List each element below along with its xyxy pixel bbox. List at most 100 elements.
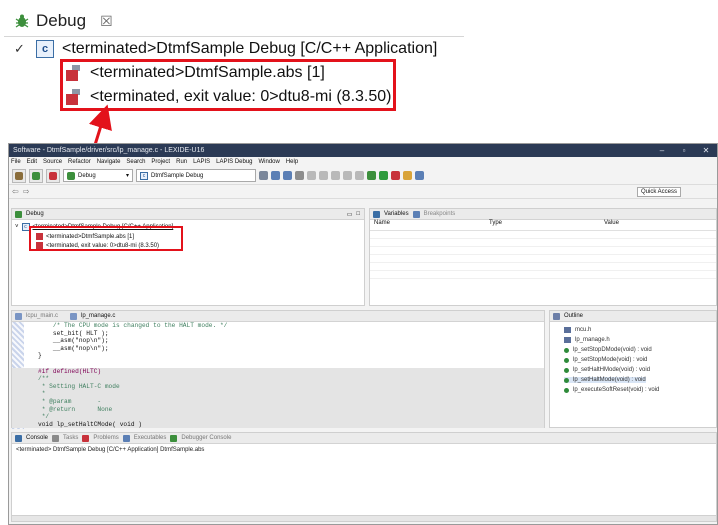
column-value[interactable]: Value [600,220,710,230]
tab-problems[interactable]: Problems [93,435,118,441]
debug-view-tab[interactable]: Debug [26,211,44,217]
menu-project[interactable]: Project [151,159,170,165]
launch-label: <terminated>DtmfSample Debug [C/C++ Appl… [62,40,438,57]
tab-lp-manage[interactable]: lp_manage.c [81,313,115,319]
debug-tab[interactable]: Debug ☒ [14,8,113,34]
outline-item-label: lp_setStopMode(void) : void [573,357,648,363]
column-name[interactable]: Name [370,220,485,230]
code-line: * Setting HALT-C mode [12,382,544,391]
launch-tree-item[interactable]: ✓ c <terminated>DtmfSample Debug [C/C++ … [14,40,437,58]
suspend-icon[interactable] [319,171,328,180]
print-icon[interactable] [295,171,304,180]
menu-lapis-debug[interactable]: LAPIS Debug [216,159,252,165]
build-button[interactable] [12,168,26,183]
new-icon[interactable] [271,171,280,180]
launch-mode-select[interactable]: Debug ▾ [63,169,133,182]
outline-item[interactable]: lp_setHaltHMode(void) : void [564,367,650,373]
ide-window: Software - DtmfSample/driver/src/lp_mana… [8,143,718,525]
chevron-down-icon[interactable]: ✓ [14,41,28,57]
menu-search[interactable]: Search [126,159,145,165]
main-toolbar: Debug ▾ c DtmfSample Debug [9,167,717,185]
outline-item-label: lp_setStopDMode(void) : void [573,347,652,353]
window-title: Software - DtmfSample/driver/src/lp_mana… [13,147,205,154]
outline-item[interactable]: lp_executeSoftReset(void) : void [564,387,659,393]
code-line: * @param - [12,397,544,406]
resume-icon[interactable] [307,171,316,180]
outline-item-label: lp_executeSoftReset(void) : void [573,387,660,393]
launch-mode-value: Debug [78,172,96,179]
settings-icon[interactable] [259,171,268,180]
menu-lapis[interactable]: LAPIS [193,159,210,165]
outline-item-label: mcu.h [575,327,592,333]
code-line: /** [12,375,544,383]
status-bar [12,515,716,521]
outline-item[interactable]: lp_setHaltMode(void) : void [564,377,646,383]
external-tools-icon[interactable] [391,171,400,180]
menu-run[interactable]: Run [176,159,187,165]
quick-access-input[interactable]: Quick Access [636,186,681,197]
window-titlebar: Software - DtmfSample/driver/src/lp_mana… [9,144,717,157]
outline-item[interactable]: lp_setStopMode(void) : void [564,357,647,363]
chevron-down-icon[interactable]: ˅ [15,224,19,230]
menu-refactor[interactable]: Refactor [68,159,91,165]
outline-item[interactable]: mcu.h [564,327,591,333]
code-line: /* The CPU mode is changed to the HALT m… [38,322,228,329]
code-line: __asm("nop\n"); [38,344,109,352]
tab-lcpu-main[interactable]: lcpu_main.c [26,313,58,319]
close-icon[interactable]: ☒ [100,13,113,30]
tab-breakpoints[interactable]: Breakpoints [424,211,456,217]
launch-config-select[interactable]: c DtmfSample Debug [136,169,256,182]
open-type-icon[interactable] [415,171,424,180]
debug-view-zoom-callout: Debug ☒ ✓ c <terminated>DtmfSample Debug… [0,0,470,118]
tab-variables[interactable]: Variables [384,211,409,217]
minimize-button[interactable]: – [651,146,673,155]
variables-icon [373,210,380,218]
menu-window[interactable]: Window [259,159,280,165]
hammer-icon [15,171,23,180]
c-application-icon: c [36,40,54,58]
menu-navigate[interactable]: Navigate [97,159,121,165]
menu-edit[interactable]: Edit [27,159,37,165]
console-view: Console Tasks Problems Executables Debug… [11,432,717,522]
console-view-header: Console Tasks Problems Executables Debug… [12,433,716,444]
outline-item[interactable]: lp_manage.h [564,337,610,343]
variables-view-header: Variables Breakpoints [370,209,716,220]
close-window-button[interactable]: ✕ [695,146,717,155]
tab-outline[interactable]: Outline [564,313,583,319]
search-icon[interactable] [403,171,412,180]
back-icon[interactable]: ⇦ [12,187,19,196]
maximize-button[interactable]: ▫ [673,146,695,155]
debug-run-icon[interactable] [367,171,376,180]
bug-icon [32,171,40,180]
function-icon [564,367,569,373]
tab-debugger-console[interactable]: Debugger Console [181,435,231,441]
forward-icon[interactable]: ⇨ [23,187,30,196]
menu-file[interactable]: File [11,159,21,165]
debugger-console-icon [170,434,178,442]
divider [4,36,464,37]
tab-executables[interactable]: Executables [134,435,167,441]
debug-launch-button[interactable] [29,168,43,183]
function-icon [564,347,569,353]
column-type[interactable]: Type [485,220,600,230]
run-icon[interactable] [379,171,388,180]
step-return-icon[interactable] [355,171,364,180]
console-icon [15,434,22,442]
debug-view-header: Debug ▭ □ [12,209,364,220]
outline-item[interactable]: lp_setStopDMode(void) : void [564,347,652,353]
step-over-icon[interactable] [343,171,352,180]
save-icon[interactable] [283,171,292,180]
minimize-view-icon[interactable]: ▭ [347,211,353,218]
step-into-icon[interactable] [331,171,340,180]
debug-tab-label: Debug [36,11,87,30]
stop-button[interactable] [46,168,60,183]
code-area[interactable]: /* The CPU mode is changed to the HALT m… [12,322,544,429]
include-icon [564,327,571,333]
tab-tasks[interactable]: Tasks [63,435,78,441]
code-line: } [38,352,42,360]
menu-source[interactable]: Source [43,159,62,165]
tab-console[interactable]: Console [26,435,48,441]
maximize-view-icon[interactable]: □ [356,211,360,217]
menu-help[interactable]: Help [286,159,298,165]
chevron-down-icon: ▾ [125,173,129,179]
